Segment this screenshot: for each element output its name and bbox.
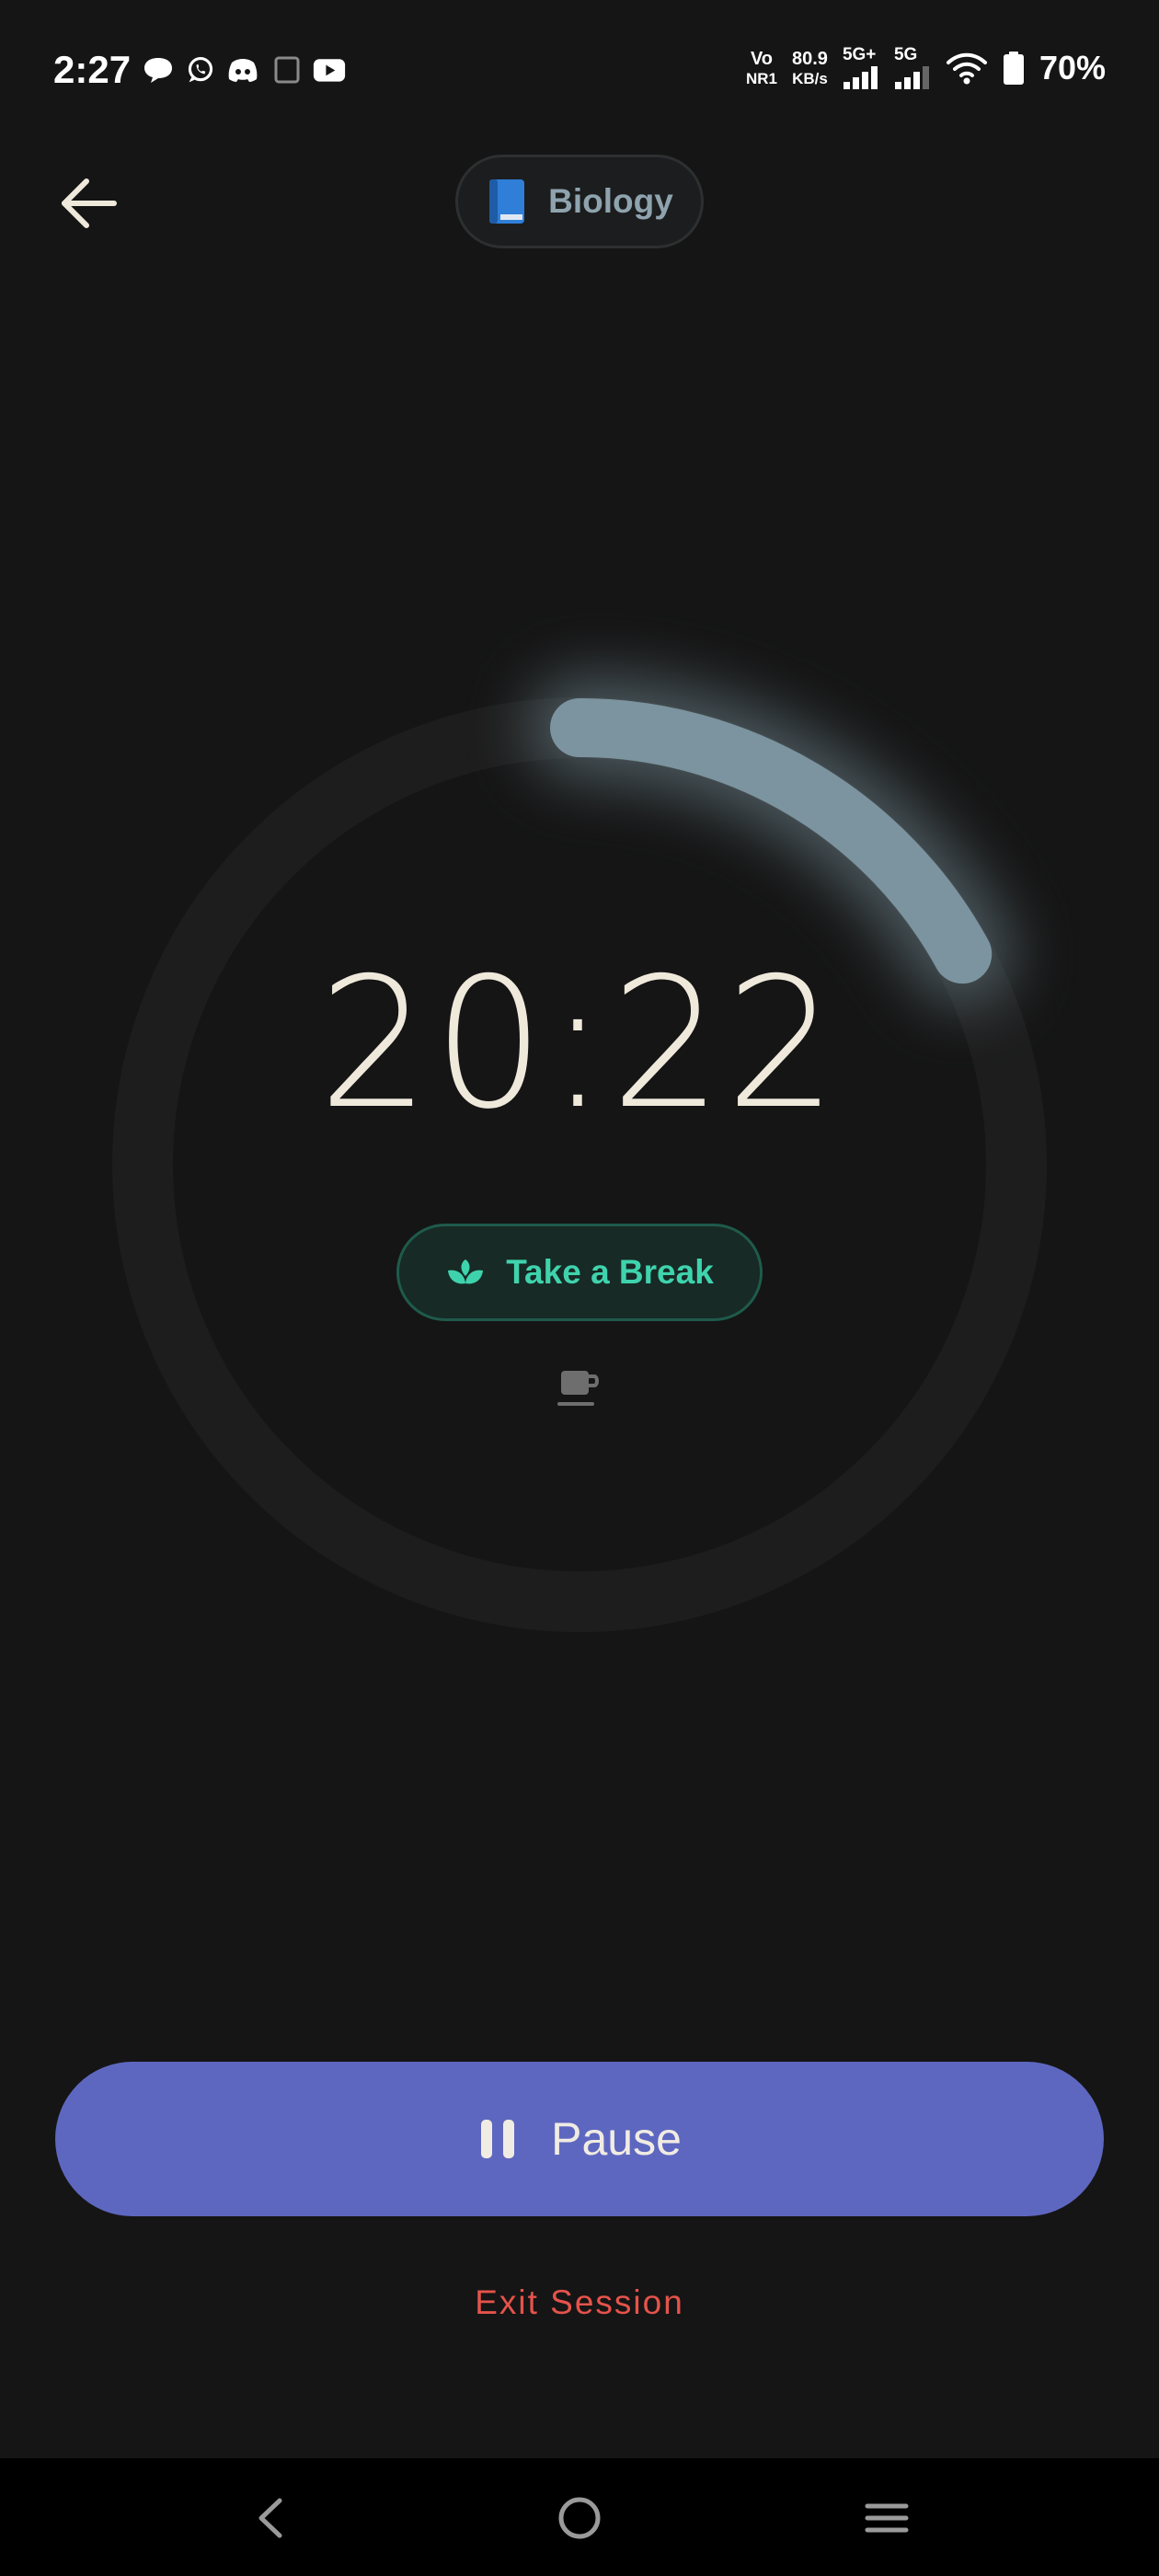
status-right: Vo NR1 80.9 KB/s 5G+ 5G 70% bbox=[746, 46, 1106, 89]
signal-icon bbox=[894, 66, 929, 89]
network-speed: 80.9 KB/s bbox=[792, 50, 828, 86]
home-circle-icon[interactable] bbox=[547, 2486, 612, 2550]
arrow-left-icon bbox=[62, 178, 117, 228]
sim2-signal: 5G bbox=[894, 46, 931, 89]
network-type: Vo NR1 bbox=[746, 50, 777, 86]
sim1-signal: 5G+ bbox=[843, 46, 879, 89]
network-top: Vo bbox=[750, 48, 774, 69]
book-icon bbox=[489, 179, 525, 224]
timer-display: 20:22 bbox=[318, 938, 841, 1149]
chat-icon bbox=[144, 58, 172, 83]
screen-icon bbox=[274, 56, 300, 84]
youtube-icon bbox=[313, 59, 346, 82]
pause-label: Pause bbox=[551, 2113, 682, 2165]
pause-button[interactable]: Pause bbox=[55, 2062, 1104, 2216]
network-bottom: NR1 bbox=[745, 69, 777, 87]
battery-icon bbox=[1003, 51, 1024, 85]
battery-percent: 70% bbox=[1039, 48, 1106, 86]
sim1-label: 5G+ bbox=[842, 45, 877, 64]
discord-icon bbox=[228, 59, 258, 82]
sim2-label: 5G bbox=[893, 45, 918, 64]
ring-track bbox=[112, 697, 1047, 1632]
speed-unit: KB/s bbox=[792, 69, 828, 87]
status-time: 2:27 bbox=[53, 48, 132, 91]
subject-label: Biology bbox=[548, 182, 673, 220]
menu-lines-icon[interactable] bbox=[855, 2486, 919, 2550]
whatsapp-icon bbox=[188, 57, 213, 83]
system-nav-bar bbox=[0, 2458, 1159, 2576]
ring-progress bbox=[550, 698, 993, 984]
subject-chip[interactable]: Biology bbox=[455, 155, 704, 248]
speed-value: 80.9 bbox=[792, 48, 828, 69]
back-button[interactable] bbox=[57, 171, 121, 236]
pause-icon bbox=[481, 2120, 515, 2158]
status-bar: 2:27 Vo NR1 80.9 KB/s 5G+ 5G 70% bbox=[0, 0, 1159, 138]
wifi-icon bbox=[946, 52, 987, 84]
exit-session-button[interactable]: Exit Session bbox=[0, 2283, 1159, 2322]
take-break-button[interactable]: Take a Break bbox=[396, 1224, 763, 1321]
ring-glow bbox=[529, 677, 1014, 1006]
take-break-label: Take a Break bbox=[506, 1253, 714, 1291]
signal-icon bbox=[843, 66, 878, 89]
back-chevron-icon[interactable] bbox=[239, 2486, 304, 2550]
coffee-cup-icon bbox=[557, 1371, 599, 1406]
sprout-icon bbox=[448, 1259, 484, 1284]
